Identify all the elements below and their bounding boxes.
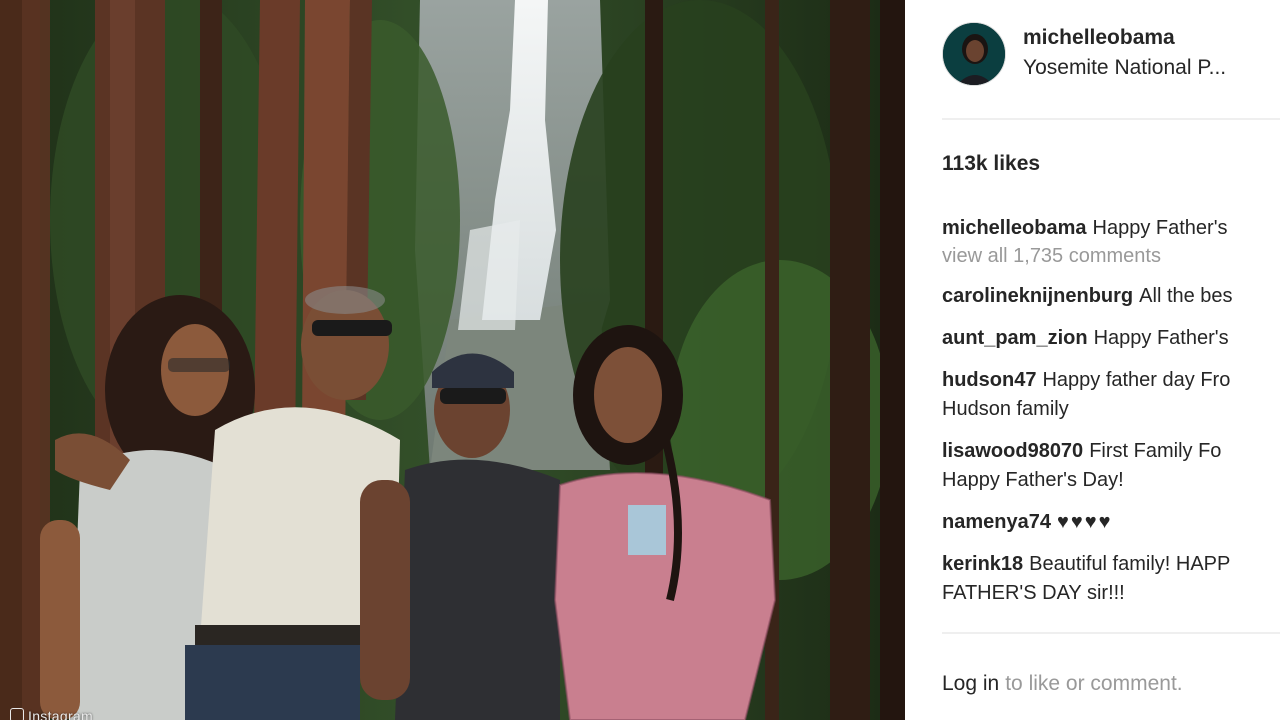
- caption-text: Happy Father's: [1092, 217, 1228, 239]
- login-prompt: Log in to like or comment.: [942, 672, 1183, 696]
- login-prompt-text: to like or comment.: [1005, 672, 1183, 695]
- login-link[interactable]: Log in: [942, 672, 999, 695]
- post-photo[interactable]: Instagram: [0, 0, 905, 720]
- comment-text: Happy father day Fro: [1042, 369, 1231, 391]
- comment-text-continued: Happy Father's Day!: [942, 469, 1124, 491]
- comment-text-continued: FATHER'S DAY sir!!!: [942, 582, 1125, 604]
- comment-text: First Family Fo: [1089, 440, 1222, 462]
- camera-icon: [10, 708, 24, 720]
- comment-username[interactable]: namenya74: [942, 511, 1051, 533]
- avatar[interactable]: [942, 22, 1006, 86]
- post-username[interactable]: michelleobama: [1023, 26, 1175, 50]
- post-location[interactable]: Yosemite National P...: [1023, 56, 1226, 80]
- comment-username[interactable]: hudson47: [942, 369, 1036, 391]
- comment-item: namenya74 ♥♥♥♥: [942, 508, 1280, 537]
- view-all-comments-link[interactable]: view all 1,735 comments: [942, 242, 1280, 271]
- comments-list: michelleobama Happy Father's view all 1,7…: [942, 214, 1280, 608]
- caption-username[interactable]: michelleobama: [942, 217, 1087, 239]
- footer-divider: [942, 632, 1280, 634]
- comment-item: hudson47 Happy father day Fro Hudson fami…: [942, 366, 1280, 424]
- post-header: michelleobama Yosemite National P...: [905, 0, 1280, 118]
- comment-text-continued: Hudson family: [942, 398, 1069, 420]
- comment-text: Beautiful family! HAPP: [1029, 553, 1231, 575]
- comment-username[interactable]: aunt_pam_zion: [942, 327, 1088, 349]
- avatar-image: [943, 23, 1005, 85]
- family-photo-illustration: [0, 0, 905, 720]
- post-sidebar: michelleobama Yosemite National P... 113…: [905, 0, 1280, 720]
- comment-username[interactable]: carolineknijnenburg: [942, 285, 1133, 307]
- instagram-watermark: Instagram: [10, 708, 93, 720]
- comment-item: kerink18 Beautiful family! HAPP FATHER'S …: [942, 550, 1280, 608]
- comment-username[interactable]: kerink18: [942, 553, 1023, 575]
- comment-item: carolineknijnenburg All the bes: [942, 282, 1280, 311]
- caption: michelleobama Happy Father's: [942, 214, 1280, 243]
- header-divider: [942, 118, 1280, 120]
- comment-item: aunt_pam_zion Happy Father's: [942, 324, 1280, 353]
- likes-count[interactable]: 113k likes: [942, 152, 1040, 176]
- comment-text: Happy Father's: [1093, 327, 1229, 349]
- comment-username[interactable]: lisawood98070: [942, 440, 1083, 462]
- heart-icons: ♥♥♥♥: [1056, 511, 1113, 533]
- comment-text: All the bes: [1139, 285, 1233, 307]
- comment-item: lisawood98070 First Family Fo Happy Fathe…: [942, 437, 1280, 495]
